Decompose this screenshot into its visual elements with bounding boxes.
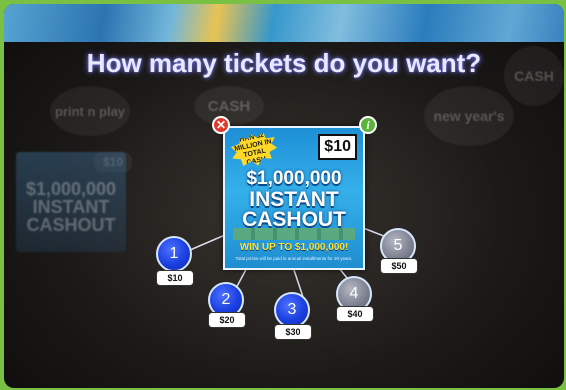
info-icon[interactable]: i	[359, 116, 377, 134]
quantity-price-3: $30	[274, 324, 312, 340]
quantity-option-3[interactable]: 3	[274, 292, 310, 328]
quantity-price-4: $40	[336, 306, 374, 322]
ticket-fine-print: Total prizes will be paid in annual inst…	[235, 256, 353, 261]
quantity-price-2: $20	[208, 312, 246, 328]
quantity-number: 5	[393, 237, 403, 254]
quantity-number: 4	[349, 285, 359, 302]
ticket-price-badge: $10	[318, 134, 357, 160]
win-up-to-text: WIN UP TO $1,000,000!	[239, 242, 349, 253]
quantity-number: 3	[287, 301, 297, 318]
ticket-card-instant-cashout: MORE THAN $27 MILLION IN TOTAL CASH PRIZ…	[223, 126, 365, 270]
quantity-price-1: $10	[156, 270, 194, 286]
quantity-option-1[interactable]: 1	[156, 236, 192, 272]
quantity-number: 1	[169, 245, 179, 262]
kiosk-screen: CASH print n play new year's CASH $10 $1…	[4, 4, 564, 388]
prize-burst-badge: MORE THAN $27 MILLION IN TOTAL CASH PRIZ…	[228, 130, 280, 171]
cash-stack-art	[233, 228, 355, 240]
quantity-number: 2	[221, 291, 231, 308]
quantity-price-5: $50	[380, 258, 418, 274]
ticket-title-line1: $1,000,000	[246, 168, 342, 189]
close-icon[interactable]: ✕	[212, 116, 230, 134]
